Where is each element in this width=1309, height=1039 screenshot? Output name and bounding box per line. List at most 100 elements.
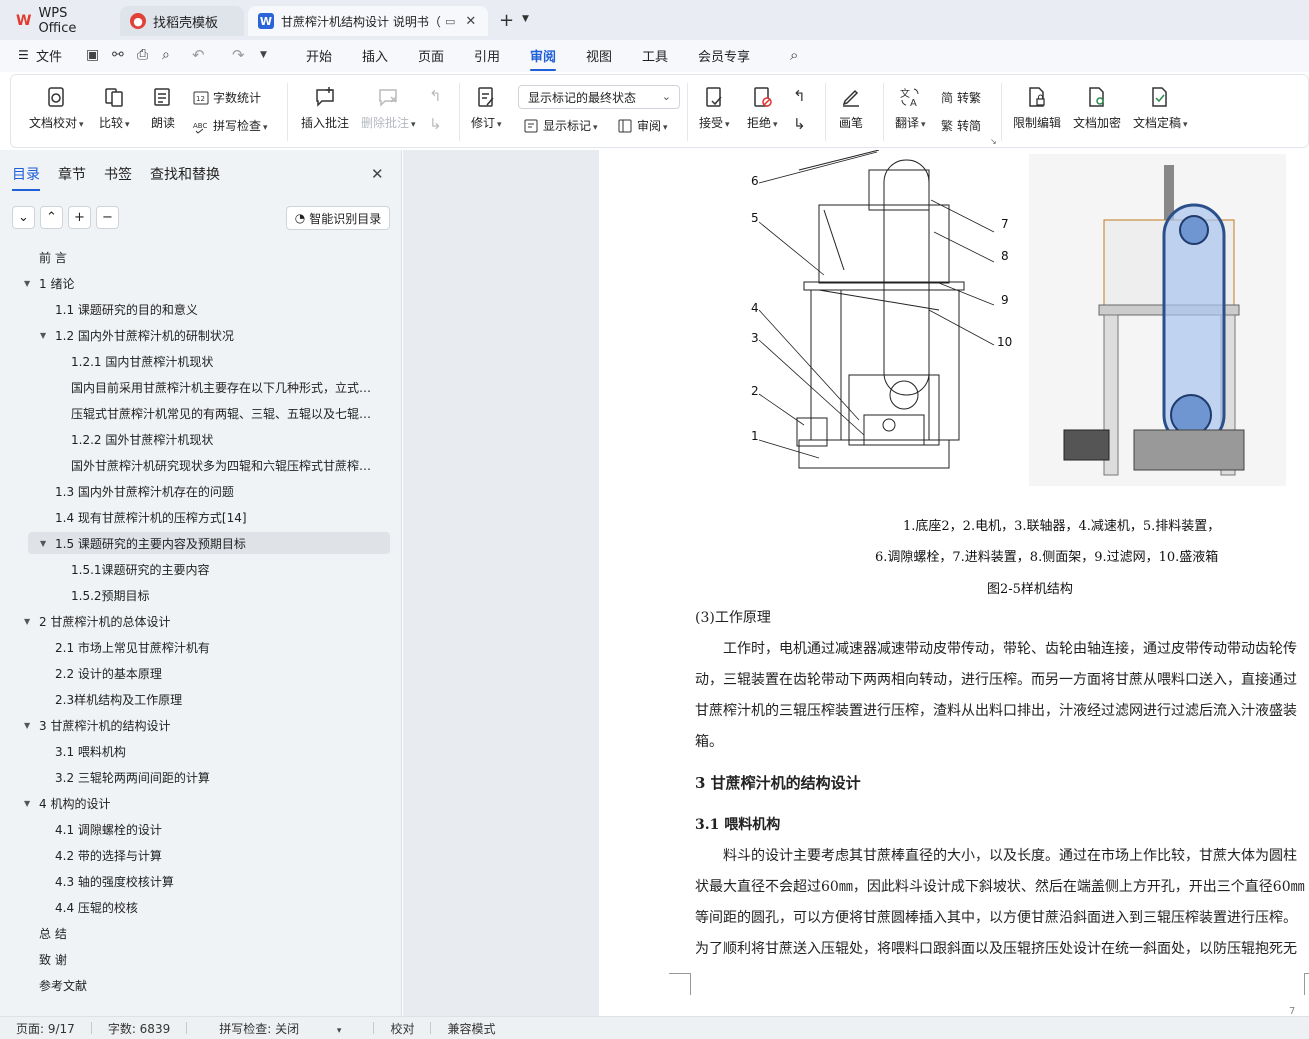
toc-item[interactable]: 参考文献 (0, 974, 390, 996)
prev-change-icon[interactable]: ↰ (793, 87, 806, 105)
menu-home[interactable]: 开始 (306, 46, 332, 65)
tab-wps-office[interactable]: W WPS Office (6, 6, 116, 36)
toggle-triangle-icon[interactable]: ▼ (24, 617, 30, 626)
toc-item[interactable]: 压辊式甘蔗榨汁机常见的有两辊、三辊、五辊以及七辊… (0, 402, 390, 424)
toc-item[interactable]: 2.3样机结构及工作原理 (0, 688, 390, 710)
menu-review[interactable]: 审阅 (530, 46, 557, 71)
toc-item[interactable]: 1.2.1 国内甘蔗榨汁机现状 (0, 350, 390, 372)
toc-item[interactable]: 1.1 课题研究的目的和意义 (0, 298, 390, 320)
toc-item[interactable]: 4.2 带的选择与计算 (0, 844, 390, 866)
toc-item[interactable]: 4.4 压辊的校核 (0, 896, 390, 918)
toc-item[interactable]: 国外甘蔗榨汁机研究现状多为四辊和六辊压榨式甘蔗榨… (0, 454, 390, 476)
menu-tools[interactable]: 工具 (642, 46, 668, 65)
toc-item[interactable]: ▼ 3 甘蔗榨汁机的结构设计 (0, 714, 390, 736)
delete-comment-button[interactable]: 删除批注 ▾ (361, 85, 416, 131)
collapse-up-button[interactable]: ⌃ (40, 206, 63, 229)
toc-item[interactable]: 1.4 现有甘蔗榨汁机的压榨方式[14] (0, 506, 390, 528)
toc-item[interactable]: ▼ 4 机构的设计 (0, 792, 390, 814)
tab-toc[interactable]: 目录 (12, 164, 40, 191)
menu-reference[interactable]: 引用 (474, 46, 500, 65)
toc-item[interactable]: ▼ 2 甘蔗榨汁机的总体设计 (0, 610, 390, 632)
redo-icon[interactable]: ↷ (232, 46, 245, 64)
toggle-triangle-icon[interactable]: ▼ (24, 799, 30, 808)
proofread-button[interactable]: 文档校对 ▾ (29, 85, 84, 131)
display-state-select[interactable]: 显示标记的最终状态 ⌄ (518, 85, 680, 109)
menu-insert[interactable]: 插入 (362, 46, 388, 65)
smart-toc-button[interactable]: ◔ 智能识别目录 (286, 206, 390, 230)
toggle-triangle-icon[interactable]: ▼ (24, 721, 30, 730)
expand-down-button[interactable]: ⌄ (12, 206, 35, 229)
toc-item[interactable]: 4.3 轴的强度校核计算 (0, 870, 390, 892)
finalize-button[interactable]: 文档定稿 ▾ (1133, 85, 1188, 131)
toc-item[interactable]: 1.5.2预期目标 (0, 584, 390, 606)
next-change-icon[interactable]: ↳ (793, 115, 806, 133)
menu-page[interactable]: 页面 (418, 46, 444, 65)
toc-item[interactable]: 2.1 市场上常见甘蔗榨汁机有 (0, 636, 390, 658)
prev-comment-icon[interactable]: ↰ (429, 87, 442, 105)
tab-sections[interactable]: 章节 (58, 164, 86, 184)
document-page[interactable]: 6 5 4 3 2 1 7 8 9 10 1.底座2，2.电机，3.联轴器，4.… (599, 150, 1309, 1016)
word-count-indicator[interactable]: 字数: 6839 (92, 1020, 186, 1037)
menu-file[interactable]: 文件 (36, 46, 62, 65)
menu-view[interactable]: 视图 (586, 46, 612, 65)
insert-comment-button[interactable]: 插入批注 (301, 85, 349, 131)
show-markup-button[interactable]: 显示标记 ▾ (523, 117, 598, 134)
save-icon[interactable]: ▣ (86, 47, 99, 63)
new-tab-icon[interactable]: + (499, 10, 514, 31)
close-tab-icon[interactable]: ✕ (465, 14, 476, 29)
restrict-edit-button[interactable]: 限制编辑 (1013, 85, 1061, 131)
revise-button[interactable]: 修订 ▾ (471, 85, 502, 131)
share-icon[interactable]: ⚯ (112, 47, 124, 63)
print-icon[interactable]: ⎙ (137, 47, 148, 63)
menu-membership[interactable]: 会员专享 (698, 46, 750, 65)
spell-check-status[interactable]: 拼写检查: 关闭 ▾ (187, 1020, 373, 1037)
accept-button[interactable]: 接受 ▾ (699, 85, 730, 131)
hamburger-icon[interactable]: ☰ (18, 48, 29, 62)
search-icon[interactable]: ⌕ (790, 46, 798, 64)
toc-item[interactable]: 致 谢 (0, 948, 390, 970)
toc-item[interactable]: ▼ 1.5 课题研究的主要内容及预期目标 (28, 532, 390, 554)
toggle-triangle-icon[interactable]: ▼ (40, 331, 46, 340)
toc-item[interactable]: 4.1 调隙螺栓的设计 (0, 818, 390, 840)
toc-item[interactable]: 3.2 三辊轮两两间间距的计算 (0, 766, 390, 788)
proof-status[interactable]: 校对 (374, 1020, 430, 1037)
next-comment-icon[interactable]: ↳ (429, 115, 442, 133)
tab-document[interactable]: W 甘蔗榨汁机结构设计 说明书（ ▭ ✕ (248, 6, 488, 36)
more-chevron-icon[interactable]: ▼ (260, 50, 267, 60)
compare-button[interactable]: 比较 ▾ (99, 85, 130, 131)
toc-item[interactable]: 国内目前采用甘蔗榨汁机主要存在以下几种形式，立式… (0, 376, 390, 398)
tab-daoke-template[interactable]: ● 找稻壳模板 (120, 6, 244, 36)
toggle-triangle-icon[interactable]: ▼ (40, 539, 46, 548)
to-traditional-button[interactable]: 简 转繁 (941, 89, 981, 106)
close-pane-icon[interactable]: ✕ (371, 165, 384, 183)
toc-item[interactable]: 2.2 设计的基本原理 (0, 662, 390, 684)
reject-button[interactable]: 拒绝 ▾ (747, 85, 778, 131)
toc-item[interactable]: ▼ 1.2 国内外甘蔗榨汁机的研制状况 (0, 324, 390, 346)
word-count-button[interactable]: 12 字数统计 (193, 89, 261, 106)
review-pane-button[interactable]: 审阅 ▾ (617, 117, 668, 134)
toc-item[interactable]: 1.5.1课题研究的主要内容 (0, 558, 390, 580)
screen-icon[interactable]: ▭ (445, 15, 455, 28)
toc-item[interactable]: 前 言 (0, 246, 390, 268)
to-simplified-button[interactable]: 繁 转简 (941, 117, 981, 134)
toc-item[interactable]: ▼ 1 绪论 (0, 272, 390, 294)
undo-icon[interactable]: ↶ (192, 46, 205, 64)
print-preview-icon[interactable]: ⌕ (162, 47, 170, 63)
encrypt-button[interactable]: 文档加密 (1073, 85, 1121, 131)
toc-item[interactable]: 1.2.2 国外甘蔗榨汁机现状 (0, 428, 390, 450)
translate-button[interactable]: 文A 翻译 ▾ (895, 85, 926, 131)
pen-button[interactable]: 画笔 (839, 85, 863, 131)
remove-heading-button[interactable]: − (96, 206, 119, 229)
toc-item[interactable]: 1.3 国内外甘蔗榨汁机存在的问题 (0, 480, 390, 502)
tab-list-chevron-icon[interactable]: ▼ (522, 14, 529, 24)
document-canvas[interactable]: 6 5 4 3 2 1 7 8 9 10 1.底座2，2.电机，3.联轴器，4.… (403, 150, 1309, 1016)
tab-find-replace[interactable]: 查找和替换 (150, 164, 220, 184)
tab-bookmarks[interactable]: 书签 (104, 164, 132, 184)
page-indicator[interactable]: 页面: 9/17 (0, 1020, 91, 1037)
add-heading-button[interactable]: + (68, 206, 91, 229)
toc-item[interactable]: 总 结 (0, 922, 390, 944)
toggle-triangle-icon[interactable]: ▼ (24, 279, 30, 288)
spell-check-button[interactable]: ABC 拼写检查 ▾ (193, 117, 268, 134)
dialog-launcher-icon[interactable]: ↘ (990, 137, 997, 146)
read-aloud-button[interactable]: 朗读 (151, 85, 175, 131)
